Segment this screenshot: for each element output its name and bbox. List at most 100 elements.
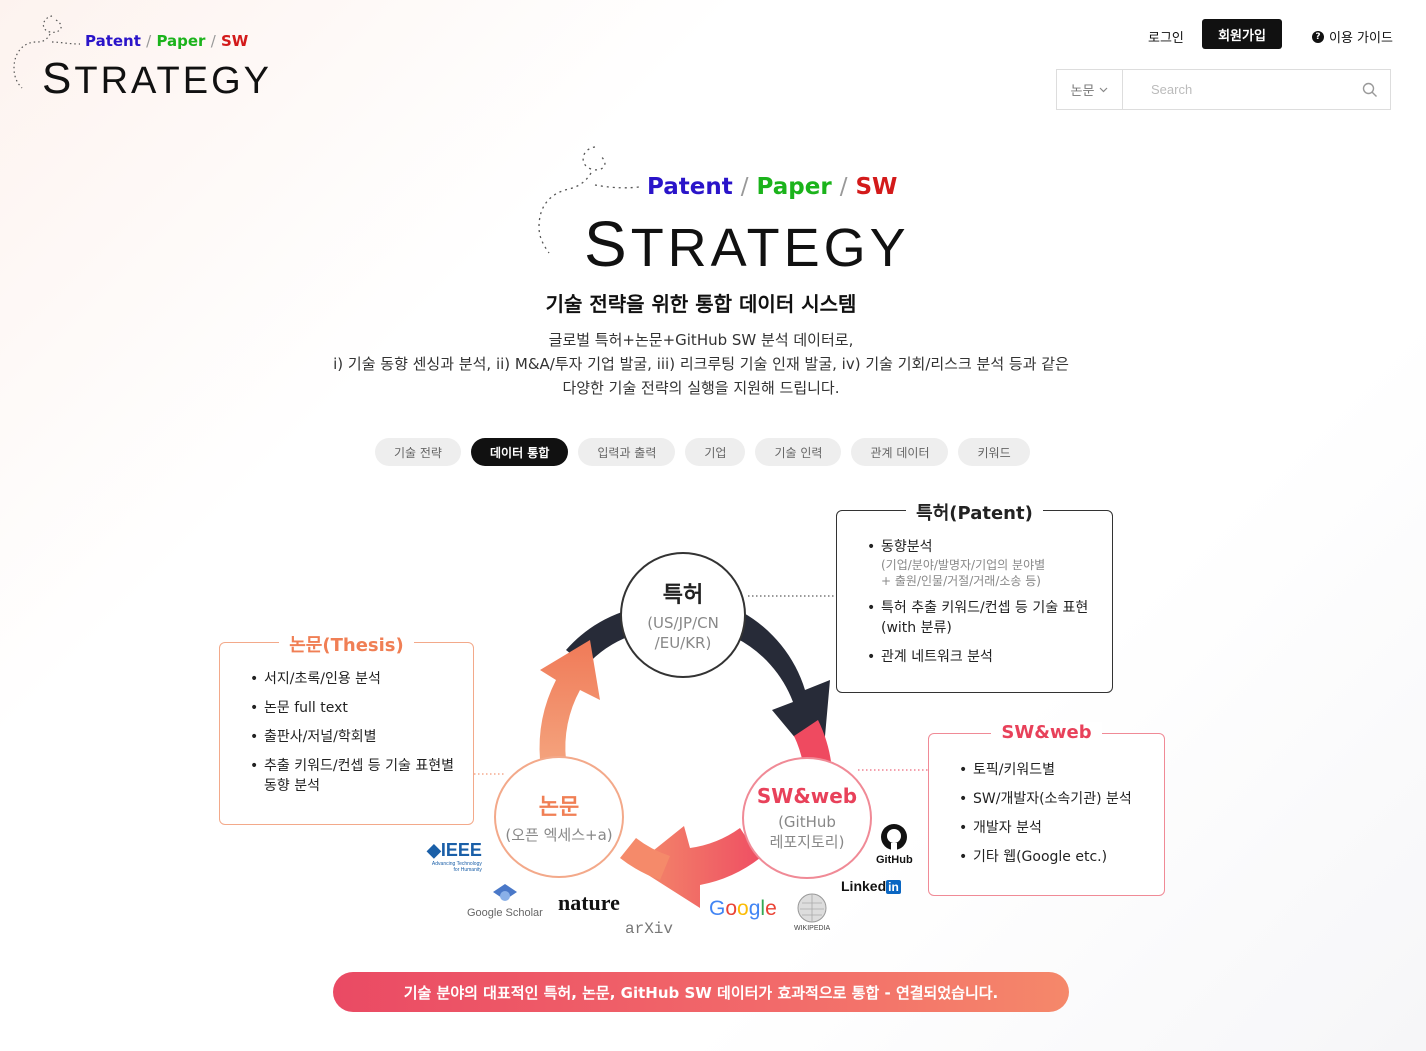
patent-circle: 특허 (US/JP/CN /EU/KR) [620,552,746,678]
arrow-patent-to-sw [736,612,830,770]
list-item: 동향분석 (기업/분야/발명자/기업의 분야별 + 출원/인물/거절/거래/소송… [867,537,1096,589]
login-link[interactable]: 로그인 [1148,27,1184,46]
sw-info-box: SW&web 토픽/키워드별 SW/개발자(소속기관) 분석 개발자 분석 기타… [928,722,1165,896]
hero-title: 기술 전략을 위한 통합 데이터 시스템 [545,292,857,316]
search-icon [1362,82,1377,97]
arrow-thesis-to-patent [539,640,600,760]
hero-patent-text: Patent [647,174,733,200]
search-button[interactable] [1350,70,1390,109]
google-letter: G [709,897,726,920]
google-scholar-logo: Google Scholar [467,884,543,919]
thesis-circle-desc: (오픈 엑세스+a) [505,826,613,844]
search-type-value: 논문 [1070,84,1095,99]
hero-sw-text: SW [855,174,898,200]
hero-slash: / [839,174,848,200]
tab-keyword[interactable]: 키워드 [958,438,1030,466]
logo-paper-text: Paper [156,32,206,50]
list-item: 추출 키워드/컨셉 등 기술 표현별 동향 분석 [250,756,457,796]
integration-banner: 기술 분야의 대표적인 특허, 논문, GitHub SW 데이터가 효과적으로… [333,972,1069,1012]
patent-circle-line: (US/JP/CN [647,614,719,632]
list-item-text: 특허 추출 키워드/컨셉 등 기술 표현 [881,600,1089,616]
list-item-text: 추출 키워드/컨셉 등 기술 표현별 [264,758,454,774]
list-item-text: (with 분류) [881,620,952,636]
sw-circle-line: (GitHub [778,813,836,831]
logo-slash: / [146,32,152,50]
hero-subtitle: Patent / Paper / SW [647,174,897,200]
wikipedia-logo: WIKIPEDIA [794,893,830,932]
sw-box-list: 토픽/키워드별 SW/개발자(소속기관) 분석 개발자 분석 기타 웹(Goog… [959,760,1148,867]
hero-description: 글로벌 특허+논문+GitHub SW 분석 데이터로, i) 기술 동향 센싱… [0,328,1402,400]
patent-box-title-wrap: 특허(Patent) [837,499,1112,525]
chevron-down-icon [1100,87,1108,92]
hero-cap: S [584,208,631,280]
thesis-box-title: 논문(Thesis) [279,635,414,656]
list-item: 토픽/키워드별 [959,760,1148,780]
sw-box-title-wrap: SW&web [929,722,1164,743]
thesis-circle-title: 논문 [538,795,580,820]
ieee-diamond-icon: ◆ [427,840,441,860]
logo-patent-text: Patent [85,32,141,50]
scholar-cap-icon [492,884,517,901]
ieee-text: IEEE [440,840,482,860]
patent-info-box: 특허(Patent) 동향분석 (기업/분야/발명자/기업의 분야별 + 출원/… [836,503,1113,693]
thesis-box-title-wrap: 논문(Thesis) [220,631,473,657]
thesis-box-list: 서지/초록/인용 분석 논문 full text 출판사/저널/학회별 추출 키… [250,669,457,796]
list-item-text: 동향 분석 [264,778,320,794]
sw-circle: SW&web (GitHub 레포지토리) [742,757,872,879]
linkedin-text: Linked [841,878,887,894]
search-type-select[interactable]: 논문 [1057,70,1123,109]
search-bar: 논문 [1056,69,1391,110]
list-item: 논문 full text [250,698,457,718]
list-item: 서지/초록/인용 분석 [250,669,457,689]
guide-label: 이용 가이드 [1329,31,1393,46]
google-letter: o [725,897,738,920]
hero-paper-text: Paper [756,174,832,200]
sw-box-title: SW&web [991,722,1102,743]
list-item-text: 동향분석 [881,539,933,555]
hero-slash: / [740,174,749,200]
wikipedia-globe-icon [797,893,827,923]
logo-sw-text: SW [221,32,249,50]
tab-input-output[interactable]: 입력과 출력 [578,438,676,466]
section-tabs: 기술 전략 데이터 통합 입력과 출력 기업 기술 인력 관계 데이터 키워드 [375,438,1030,466]
github-text: GitHub [876,854,913,866]
logo-wordmark[interactable]: STRATEGY [42,54,272,104]
logo-rest: TRATEGY [74,60,272,102]
patent-circle-line: /EU/KR) [654,634,712,652]
linkedin-logo: Linked in [841,878,901,894]
hero-wordmark: STRATEGY [584,207,910,281]
nature-logo: nature [558,890,620,915]
guide-link[interactable]: ? 이용 가이드 [1312,27,1393,46]
list-item: 특허 추출 키워드/컨셉 등 기술 표현 (with 분류) [867,598,1096,638]
list-item-sub: + 출원/인물/거절/거래/소송 등) [881,574,1041,588]
sw-circle-line: 레포지토리) [769,833,845,851]
signup-button[interactable]: 회원가입 [1202,19,1282,49]
arrow-sw-to-thesis [634,826,760,908]
google-scholar-text: Google Scholar [467,907,543,919]
list-item: 기타 웹(Google etc.) [959,847,1148,867]
cycle-diagram [474,595,928,908]
logo-subtitle[interactable]: Patent / Paper / SW [85,32,248,50]
logo-cap: S [42,54,75,103]
tab-relation-data[interactable]: 관계 데이터 [851,438,949,466]
arxiv-logo: arXiv [625,920,674,938]
search-input[interactable] [1123,70,1350,109]
list-item: 관계 네트워크 분석 [867,647,1096,667]
tab-data-integration[interactable]: 데이터 통합 [470,438,569,466]
tab-strategy[interactable]: 기술 전략 [375,438,461,466]
patent-circle-title: 특허 [662,583,704,608]
thesis-circle: 논문 (오픈 엑세스+a) [494,756,624,878]
github-logo: GitHub [876,823,913,866]
github-octocat-icon [881,824,908,850]
wikipedia-text: WIKIPEDIA [794,925,831,932]
patent-box-list: 동향분석 (기업/분야/발명자/기업의 분야별 + 출원/인물/거절/거래/소송… [867,537,1096,667]
google-letter: e [765,897,777,920]
hero-rest: TRATEGY [630,218,910,278]
tab-company[interactable]: 기업 [685,438,746,466]
tab-tech-talent[interactable]: 기술 인력 [755,438,842,466]
patent-box-title: 특허(Patent) [906,503,1043,524]
hero-desc-line: 글로벌 특허+논문+GitHub SW 분석 데이터로, [548,331,854,349]
list-item-sub: (기업/분야/발명자/기업의 분야별 [881,558,1046,572]
logo-slash: / [210,32,216,50]
sw-circle-title: SW&web [756,784,858,808]
